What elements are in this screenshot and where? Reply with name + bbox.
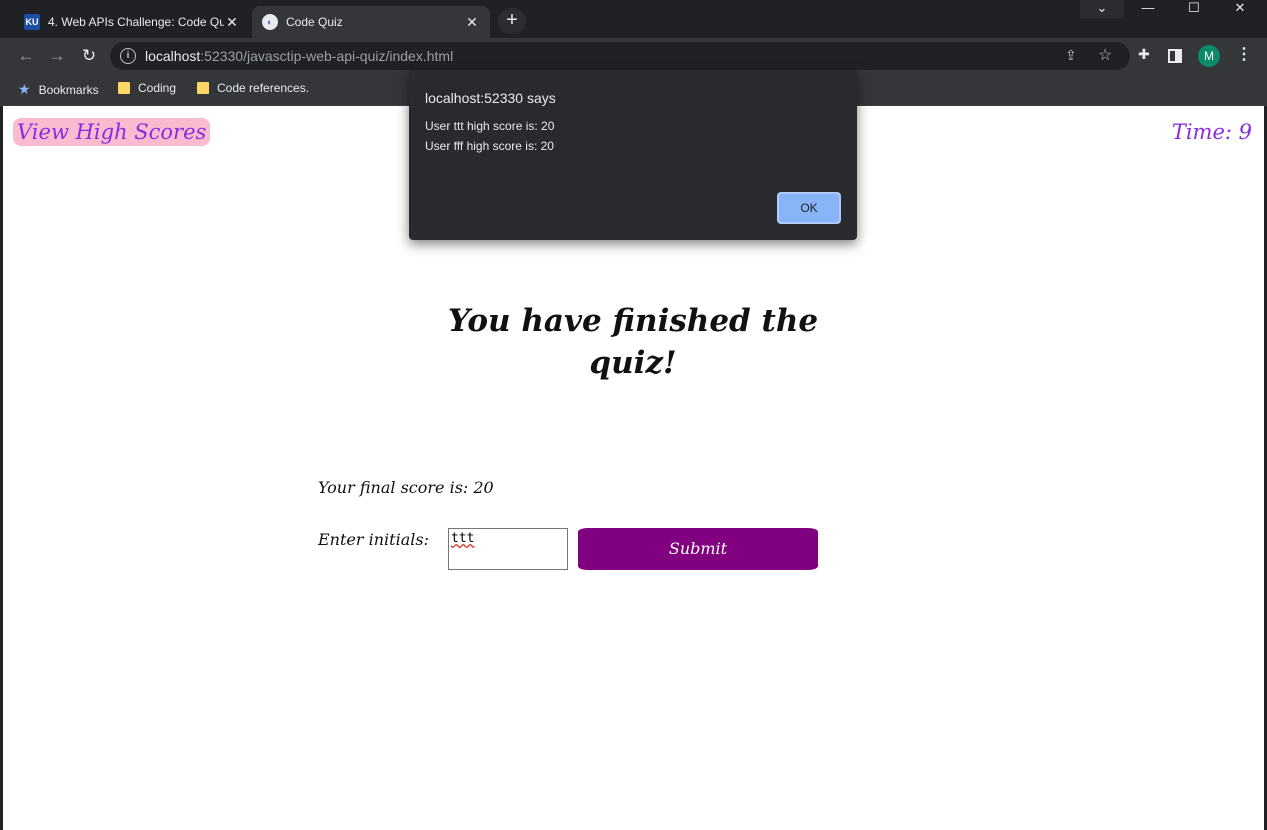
- tab-search-icon[interactable]: ⌄: [1080, 0, 1124, 18]
- side-panel-icon[interactable]: [1168, 49, 1182, 63]
- address-bar[interactable]: i localhost:52330/javasctip-web-api-quiz…: [110, 42, 1130, 70]
- star-icon: ★: [18, 81, 31, 97]
- quiz-timer: Time: 9: [1171, 120, 1252, 144]
- bookmark-label: Code references.: [217, 81, 310, 95]
- ku-favicon-icon: KU: [24, 14, 40, 30]
- initials-input[interactable]: ttt: [448, 528, 568, 570]
- initials-label: Enter initials:: [318, 530, 429, 549]
- bookmark-coding[interactable]: Coding: [118, 81, 176, 95]
- close-window-icon[interactable]: ✕: [1218, 0, 1262, 18]
- tab-title: Code Quiz: [286, 15, 343, 29]
- final-score-text: Your final score is: 20: [318, 478, 494, 497]
- tab-code-quiz[interactable]: ◐ Code Quiz ✕: [252, 6, 490, 38]
- profile-avatar[interactable]: M: [1198, 45, 1220, 67]
- browser-title-bar: KU 4. Web APIs Challenge: Code Quiz ✕ ◐ …: [0, 0, 1267, 38]
- tab-close-icon[interactable]: ✕: [464, 14, 480, 31]
- back-arrow-icon[interactable]: ←: [14, 44, 38, 68]
- dialog-message-line: User fff high score is: 20: [425, 139, 554, 153]
- tab-close-icon[interactable]: ✕: [224, 14, 240, 31]
- dialog-title: localhost:52330 says: [425, 90, 556, 106]
- new-tab-button[interactable]: +: [498, 8, 526, 34]
- ok-button[interactable]: OK: [777, 192, 841, 224]
- browser-toolbar: ← → ↻ i localhost:52330/javasctip-web-ap…: [0, 38, 1267, 74]
- reload-icon[interactable]: ↻: [77, 44, 101, 68]
- bookmark-label: Bookmarks: [38, 82, 99, 97]
- site-info-icon[interactable]: i: [120, 48, 136, 64]
- code-quiz-favicon-icon: ◐: [262, 14, 278, 30]
- bookmark-code-references[interactable]: Code references.: [197, 81, 309, 95]
- minimize-icon[interactable]: —: [1126, 0, 1170, 18]
- alert-dialog: localhost:52330 says User ttt high score…: [409, 70, 857, 240]
- view-high-scores-link[interactable]: View High Scores: [13, 118, 211, 146]
- initials-value: ttt: [451, 531, 475, 546]
- share-icon[interactable]: ⇪: [1065, 47, 1077, 64]
- extensions-puzzle-icon[interactable]: ✚: [1138, 46, 1150, 63]
- tab-web-apis-challenge[interactable]: KU 4. Web APIs Challenge: Code Quiz ✕: [14, 6, 250, 38]
- tab-title: 4. Web APIs Challenge: Code Quiz: [48, 15, 224, 29]
- bookmark-label: Coding: [138, 81, 177, 95]
- url-text: localhost:52330/javasctip-web-api-quiz/i…: [145, 48, 454, 64]
- bookmark-bookmarks[interactable]: ★ Bookmarks: [18, 81, 99, 98]
- dialog-message-line: User ttt high score is: 20: [425, 119, 555, 133]
- page-title: You have finished the quiz!: [447, 303, 819, 381]
- forward-arrow-icon[interactable]: →: [45, 44, 69, 68]
- bookmark-star-icon[interactable]: ☆: [1098, 45, 1112, 65]
- folder-icon: [197, 82, 209, 94]
- folder-icon: [118, 82, 130, 94]
- maximize-icon[interactable]: ☐: [1172, 0, 1216, 18]
- kebab-menu-icon[interactable]: ⋮: [1236, 44, 1252, 64]
- submit-button[interactable]: Submit: [578, 528, 818, 570]
